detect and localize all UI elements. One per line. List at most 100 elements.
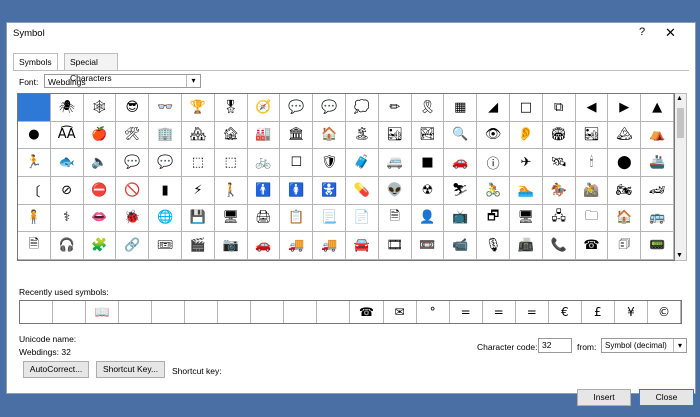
symbol-cell[interactable]: 🚶 [214, 176, 248, 205]
symbol-cell[interactable]: 🚼 [313, 176, 346, 205]
symbol-cell[interactable]: 🎟 [149, 232, 182, 260]
symbol-cell[interactable]: ☐ [280, 149, 314, 177]
symbol-cell[interactable]: □ [509, 94, 543, 122]
symbol-cell[interactable]: 🚚 [313, 232, 346, 260]
symbol-cell[interactable]: 🎞 [378, 232, 412, 260]
symbol-cell[interactable]: ◢ [477, 94, 510, 122]
symbol-cell[interactable]: 🏇 [542, 176, 576, 205]
symbol-cell[interactable]: 🗀 [575, 204, 609, 233]
symbol-cell[interactable]: 🚢 [641, 149, 674, 177]
symbol-cell[interactable]: 💊 [345, 176, 379, 205]
symbol-cell[interactable]: 🏔 [608, 121, 642, 150]
recent-symbol-cell[interactable]: = [483, 301, 516, 323]
recent-symbol-cell[interactable]: = [516, 301, 549, 323]
symbol-cell[interactable]: 🏚 [214, 121, 248, 150]
symbol-cell[interactable]: 🧭 [247, 94, 281, 122]
chevron-down-icon[interactable]: ▾ [673, 339, 686, 352]
symbol-cell[interactable]: 🎙 [477, 232, 510, 260]
symbol-cell[interactable]: 🔗 [116, 232, 150, 260]
symbol-cell[interactable]: 🔈 [83, 149, 117, 177]
symbol-cell[interactable]: 🏆 [181, 94, 215, 122]
recent-symbol-cell[interactable]: ° [417, 301, 450, 323]
symbol-cell[interactable]: 🗗 [477, 204, 510, 233]
symbol-cell[interactable]: 🚴 [477, 176, 510, 205]
symbol-cell[interactable]: 📃 [313, 204, 346, 233]
symbol-cell[interactable]: 📄 [345, 204, 379, 233]
recent-symbol-cell[interactable]: = [450, 301, 483, 323]
recent-symbol-cell[interactable]: ✉ [384, 301, 417, 323]
symbol-cell[interactable]: 🏛 [280, 121, 314, 150]
symbol-cell[interactable]: A͡A [50, 121, 84, 150]
help-icon[interactable]: ? [639, 26, 645, 38]
symbol-cell[interactable]: 📺 [444, 204, 478, 233]
recent-symbols-grid[interactable]: 📖 ☎ ✉ ° = = = € £ ¥ © [19, 300, 682, 324]
symbol-cell[interactable]: 🗎 [378, 204, 412, 233]
symbol-cell[interactable]: 🎧 [50, 232, 84, 260]
symbol-cell[interactable]: 🚘 [345, 232, 379, 260]
symbol-cell[interactable]: ⚡ [181, 176, 215, 205]
recent-symbol-cell[interactable] [284, 301, 318, 323]
symbol-cell[interactable]: 🏍 [608, 176, 642, 205]
symbol-cell[interactable]: ▦ [444, 94, 478, 122]
symbol-cell[interactable]: 〔 [18, 176, 51, 205]
symbol-cell[interactable]: 📠 [509, 232, 543, 260]
symbol-cell[interactable]: ⬤ [608, 149, 642, 177]
autocorrect-button[interactable]: AutoCorrect... [23, 361, 89, 378]
symbol-cell[interactable]: 🖨 [247, 204, 281, 233]
symbol-cell[interactable]: 🏞 [411, 121, 445, 150]
chevron-down-icon[interactable]: ▾ [186, 75, 200, 87]
symbol-cell[interactable]: 🚺 [280, 176, 314, 205]
recent-symbol-cell[interactable] [317, 301, 351, 323]
symbol-cell[interactable]: ✈ [509, 149, 543, 177]
scroll-up-icon[interactable]: ▲ [676, 95, 683, 102]
symbol-cell[interactable]: 🏜 [378, 121, 412, 150]
close-button[interactable]: Close [639, 389, 694, 406]
symbol-cell[interactable]: ⛔ [83, 176, 117, 205]
insert-button[interactable]: Insert [577, 389, 631, 406]
symbol-cell[interactable]: 🖥 [214, 204, 248, 233]
symbol-cell[interactable]: 🗊 [608, 232, 642, 260]
symbol-cell[interactable]: 🏃 [18, 149, 51, 177]
symbol-cell[interactable]: 😎 [116, 94, 150, 122]
symbol-cell[interactable]: 🔍 [444, 121, 478, 150]
from-dropdown[interactable]: Symbol (decimal) ▾ [601, 338, 687, 353]
symbol-cell[interactable]: 📹 [444, 232, 478, 260]
symbol-cell[interactable]: ⧉ [542, 94, 576, 122]
scroll-thumb[interactable] [677, 108, 684, 138]
symbol-cell[interactable]: ☎ [575, 232, 609, 260]
symbol-cell[interactable]: 🧩 [83, 232, 117, 260]
recent-symbol-cell[interactable]: 📖 [86, 301, 120, 323]
symbol-cell[interactable]: 💬 [280, 94, 314, 122]
symbol-cell[interactable]: 🏠 [608, 204, 642, 233]
symbol-grid[interactable]: 🕷 🕸 😎 👓 🏆 🎖 🧭 💬 💬 💭 ✏ 🎗 ▦ ◢ □ ⧉ ◀ ▶ ▲ ● A͡A 🍎 🛠 🏢 🏘 🏚 🏭 🏛 🏠 🏝 🏜 🏞 🔍 👁 👂 🏟 🏜 🏔… [17, 93, 675, 261]
recent-symbol-cell[interactable]: ☎ [350, 301, 384, 323]
symbol-cell[interactable]: ■ [411, 149, 445, 177]
symbol-cell[interactable]: ⬚ [181, 149, 215, 177]
symbol-cell[interactable]: 💬 [116, 149, 150, 177]
recent-symbol-cell[interactable] [119, 301, 153, 323]
symbol-cell[interactable]: 🎗 [411, 94, 445, 122]
symbol-cell[interactable]: ☢ [411, 176, 445, 205]
symbol-cell[interactable]: 🚐 [378, 149, 412, 177]
symbol-cell[interactable]: 📼 [411, 232, 445, 260]
symbol-cell[interactable]: 🚗 [247, 232, 281, 260]
recent-symbol-cell[interactable] [218, 301, 252, 323]
symbol-cell[interactable]: 🗎 [18, 232, 51, 260]
recent-symbol-cell[interactable] [251, 301, 285, 323]
symbol-cell[interactable]: 👤 [411, 204, 445, 233]
symbol-cell[interactable]: 👽 [378, 176, 412, 205]
symbol-cell[interactable]: ✏ [378, 94, 412, 122]
symbol-cell[interactable]: 🛰 [542, 149, 576, 177]
symbol-cell[interactable]: 🏊 [509, 176, 543, 205]
symbol-cell[interactable]: ▮ [149, 176, 182, 205]
symbol-cell[interactable]: 📋 [280, 204, 314, 233]
symbol-cell[interactable]: 🎬 [181, 232, 215, 260]
symbol-cell[interactable]: 🕯 [575, 149, 609, 177]
symbol-cell[interactable]: 🎖 [214, 94, 248, 122]
close-icon[interactable]: ✕ [665, 25, 676, 41]
recent-symbol-cell[interactable]: © [648, 301, 681, 323]
symbol-cell[interactable]: 🍎 [83, 121, 117, 150]
symbol-cell[interactable]: 💬 [313, 94, 346, 122]
recent-symbol-cell[interactable]: € [549, 301, 582, 323]
symbol-cell[interactable]: 🚗 [444, 149, 478, 177]
